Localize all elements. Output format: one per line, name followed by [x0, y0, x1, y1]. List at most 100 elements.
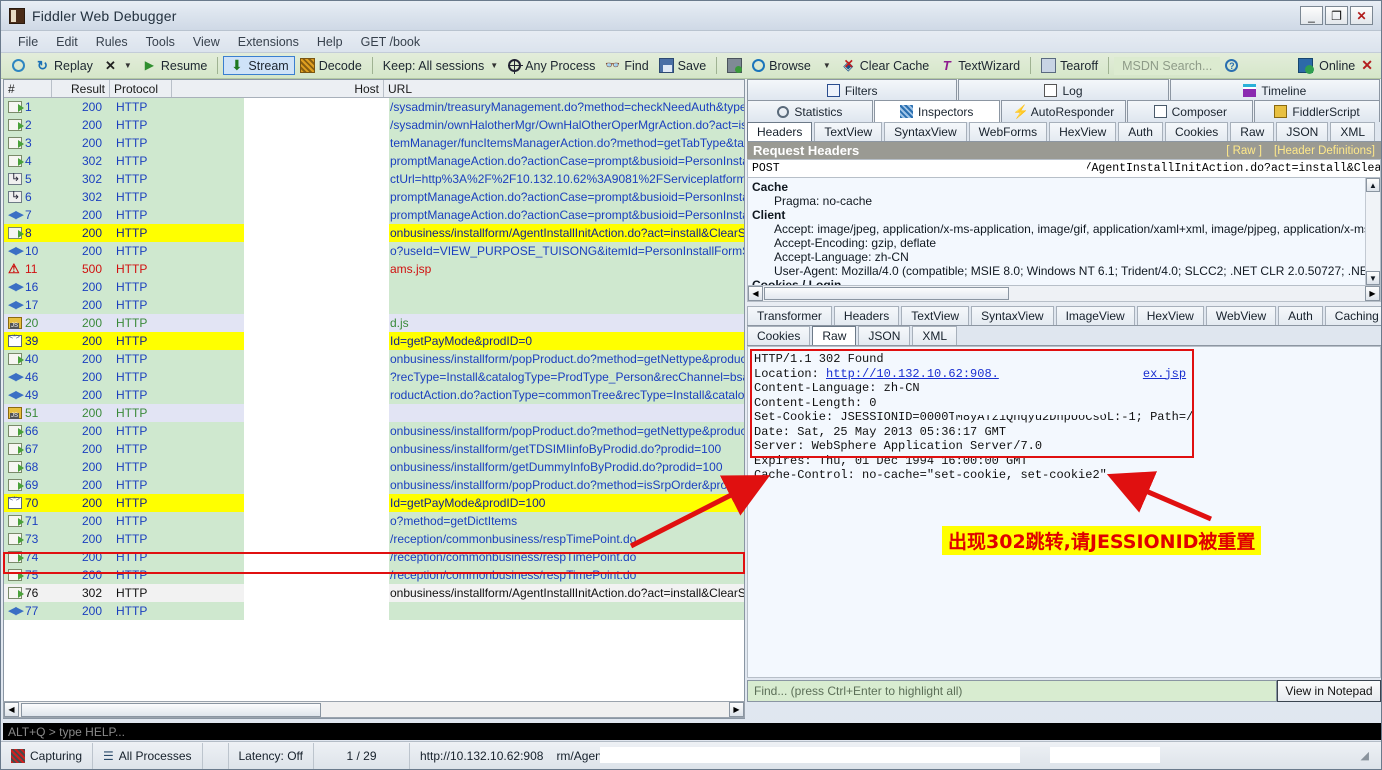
menu-get-book[interactable]: GET /book: [352, 33, 430, 51]
clear-cache-label: Clear Cache: [859, 58, 930, 73]
request-tab-cookies[interactable]: Cookies: [1164, 122, 1229, 141]
request-tab-syntaxview[interactable]: SyntaxView: [884, 122, 967, 141]
close-button[interactable]: ✕: [1350, 6, 1373, 25]
request-tab-webforms[interactable]: WebForms: [968, 122, 1048, 141]
tab-log[interactable]: Log: [958, 79, 1169, 101]
scroll-thumb[interactable]: [21, 702, 321, 717]
column-header-url[interactable]: URL: [384, 80, 744, 97]
menu-rules[interactable]: Rules: [87, 33, 137, 51]
keep-sessions-dropdown[interactable]: Keep: All sessions ▼: [378, 58, 503, 74]
replay-button[interactable]: ↻ Replay: [30, 57, 98, 74]
remove-button[interactable]: ✕ ▼: [98, 57, 137, 74]
row-result-cell: 500: [81, 262, 102, 276]
request-hscroll-thumb[interactable]: [764, 287, 1009, 300]
response-raw-body[interactable]: HTTP/1.1 302 Found Location: http://10.13…: [747, 346, 1381, 678]
resize-grip-icon[interactable]: ◢: [1361, 749, 1369, 762]
response-tab-auth[interactable]: Auth: [1278, 306, 1323, 325]
request-scroll-right-button[interactable]: ▶: [1365, 286, 1380, 301]
request-scroll-up-button[interactable]: ▲: [1366, 178, 1380, 192]
column-header-result[interactable]: Result: [52, 80, 110, 97]
response-tab-json[interactable]: JSON: [858, 326, 911, 345]
response-tab-headers[interactable]: Headers: [833, 306, 900, 325]
response-tab-cookies[interactable]: Cookies: [747, 326, 811, 345]
tab-filters[interactable]: Filters: [747, 79, 958, 101]
request-tab-xml[interactable]: XML: [1330, 122, 1376, 141]
comment-button[interactable]: [7, 58, 30, 73]
response-tab-hexview[interactable]: HexView: [1136, 306, 1204, 325]
row-url-cell: /reception/commonbusiness/respTimePoint.…: [390, 532, 637, 546]
header-definitions-link[interactable]: [Header Definitions]: [1274, 145, 1375, 157]
tab-composer[interactable]: Composer: [1127, 100, 1254, 122]
menu-tools[interactable]: Tools: [137, 33, 184, 51]
response-tab-xml[interactable]: XML: [912, 326, 958, 345]
response-tab-syntaxview[interactable]: SyntaxView: [971, 306, 1054, 325]
row-result-cell: 200: [81, 388, 102, 402]
find-input[interactable]: Find... (press Ctrl+Enter to highlight a…: [747, 680, 1277, 702]
menu-extensions[interactable]: Extensions: [229, 33, 308, 51]
screenshot-button[interactable]: [722, 57, 747, 74]
response-tab-imageview[interactable]: ImageView: [1055, 306, 1135, 325]
column-header-protocol[interactable]: Protocol: [110, 80, 172, 97]
request-scroll-down-button[interactable]: ▼: [1366, 271, 1380, 285]
menu-edit[interactable]: Edit: [47, 33, 87, 51]
quickexec-bar[interactable]: ALT+Q > type HELP...: [3, 723, 1381, 740]
tab-autoresponder[interactable]: ⚡ AutoResponder: [1000, 100, 1127, 122]
column-header-number[interactable]: #: [4, 80, 52, 97]
row-id: 73: [25, 532, 39, 546]
request-headers-body[interactable]: Cache Pragma: no-cache Client Accept: image…: [747, 178, 1381, 286]
response-tab-raw[interactable]: Raw: [812, 326, 857, 345]
location-url-tail-link[interactable]: ex.jsp: [1143, 367, 1186, 381]
response-tab-transformer[interactable]: Transformer: [747, 306, 832, 325]
status-latency[interactable]: Latency: Off: [229, 742, 314, 769]
request-scroll-left-button[interactable]: ◀: [748, 286, 763, 301]
menu-file[interactable]: File: [9, 33, 47, 51]
status-processes[interactable]: ☰ All Processes: [93, 742, 203, 769]
browse-button[interactable]: Browse ▼: [747, 58, 836, 74]
request-tab-json[interactable]: JSON: [1276, 122, 1329, 141]
minimize-button[interactable]: _: [1300, 6, 1323, 25]
text-wizard-button[interactable]: T TextWizard: [934, 57, 1025, 74]
response-tab-caching[interactable]: Caching: [1324, 306, 1381, 325]
request-vertical-scrollbar[interactable]: ▲ ▼: [1365, 178, 1380, 285]
request-horizontal-scrollbar[interactable]: ◀ ▶: [747, 286, 1381, 302]
menu-help[interactable]: Help: [308, 33, 352, 51]
response-tab-webview[interactable]: WebView: [1205, 306, 1277, 325]
doc-arrow-icon: [8, 569, 24, 581]
response-tab-textview[interactable]: TextView: [901, 306, 970, 325]
request-tab-textview[interactable]: TextView: [814, 122, 883, 141]
request-tab-hexview[interactable]: HexView: [1049, 122, 1117, 141]
tab-statistics[interactable]: Statistics: [747, 100, 873, 122]
find-button[interactable]: 👓 Find: [600, 57, 653, 74]
maximize-button[interactable]: ❐: [1325, 6, 1348, 25]
sessions-grid[interactable]: # Result Protocol Host URL 1200HTTP10.13…: [3, 79, 745, 719]
row-id: 17: [25, 298, 39, 312]
help-button[interactable]: ?: [1220, 58, 1243, 73]
any-process-button[interactable]: Any Process: [503, 58, 600, 74]
menu-view[interactable]: View: [184, 33, 229, 51]
raw-link[interactable]: [ Raw ]: [1226, 145, 1262, 157]
save-button[interactable]: Save: [654, 57, 712, 74]
header-line: User-Agent: Mozilla/4.0 (compatible; MSI…: [774, 264, 1381, 278]
tab-inspectors[interactable]: Inspectors: [873, 100, 1000, 122]
request-tab-auth[interactable]: Auth: [1118, 122, 1163, 141]
clear-cache-button[interactable]: ◈ Clear Cache: [836, 57, 934, 74]
tearoff-button[interactable]: Tearoff: [1036, 57, 1103, 74]
status-capturing[interactable]: Capturing: [1, 742, 94, 769]
play-icon: ▶: [144, 58, 154, 72]
request-tab-raw[interactable]: Raw: [1230, 122, 1275, 141]
view-in-notepad-button[interactable]: View in Notepad: [1277, 680, 1381, 702]
tab-fiddlerscript[interactable]: FiddlerScript: [1254, 100, 1380, 122]
warning-icon: ⚠: [8, 261, 20, 276]
tab-timeline[interactable]: Timeline: [1169, 79, 1380, 101]
toolbar-close-icon[interactable]: ✕: [1361, 57, 1373, 74]
request-tab-headers[interactable]: Headers: [747, 122, 813, 141]
column-header-host[interactable]: Host: [172, 80, 384, 97]
stream-button[interactable]: ⬇ Stream: [223, 56, 295, 75]
resume-button[interactable]: ▶ Resume: [137, 57, 213, 74]
scroll-left-button[interactable]: ◀: [4, 702, 19, 717]
sessions-horizontal-scrollbar[interactable]: ◀ ▶: [3, 701, 745, 718]
scroll-right-button[interactable]: ▶: [729, 702, 744, 717]
decode-button[interactable]: Decode: [295, 57, 367, 74]
msdn-search-input[interactable]: MSDN Search...: [1114, 56, 1221, 75]
location-url-link[interactable]: http://10.132.10.62:908.: [826, 367, 999, 381]
